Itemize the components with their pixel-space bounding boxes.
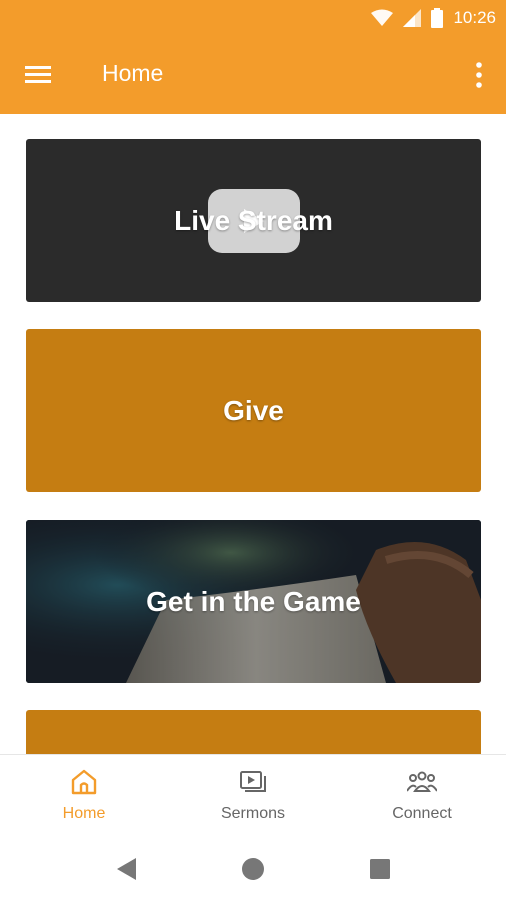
partial-card[interactable] — [26, 710, 481, 754]
home-icon — [71, 769, 97, 795]
recents-square-icon[interactable] — [367, 856, 393, 882]
cell-signal-icon — [403, 9, 422, 27]
sermons-icon — [240, 771, 266, 792]
give-card[interactable]: Give — [26, 329, 481, 492]
get-in-the-game-card[interactable]: Get in the Game — [26, 520, 481, 683]
status-time: 10:26 — [453, 8, 496, 27]
nav-label-connect: Connect — [392, 805, 452, 822]
live-stream-label: Live Stream — [174, 204, 333, 236]
live-stream-card[interactable]: Live Stream — [26, 139, 481, 302]
home-content: Live Stream Give Get in the Game — [0, 114, 506, 754]
nav-item-sermons[interactable]: Sermons — [169, 755, 337, 837]
more-options-icon[interactable] — [474, 60, 484, 90]
status-bar: 10:26 — [0, 0, 506, 36]
bottom-navigation: Home Sermons Connect — [0, 754, 506, 837]
hamburger-menu-icon[interactable] — [24, 60, 54, 90]
system-navigation-bar — [0, 836, 506, 900]
battery-icon — [431, 8, 444, 28]
get-in-the-game-label: Get in the Game — [146, 585, 361, 617]
app-bar: Home — [0, 36, 506, 114]
nav-label-home: Home — [62, 805, 106, 822]
back-icon[interactable] — [114, 856, 140, 882]
give-label: Give — [223, 394, 284, 426]
home-circle-icon[interactable] — [240, 856, 266, 882]
status-icons: 10:26 — [371, 8, 496, 28]
nav-item-connect[interactable]: Connect — [338, 755, 506, 837]
nav-label-sermons: Sermons — [220, 805, 286, 822]
wifi-icon — [371, 9, 394, 26]
connect-icon — [407, 771, 437, 792]
nav-item-home[interactable]: Home — [0, 755, 168, 837]
page-title: Home — [102, 60, 164, 86]
